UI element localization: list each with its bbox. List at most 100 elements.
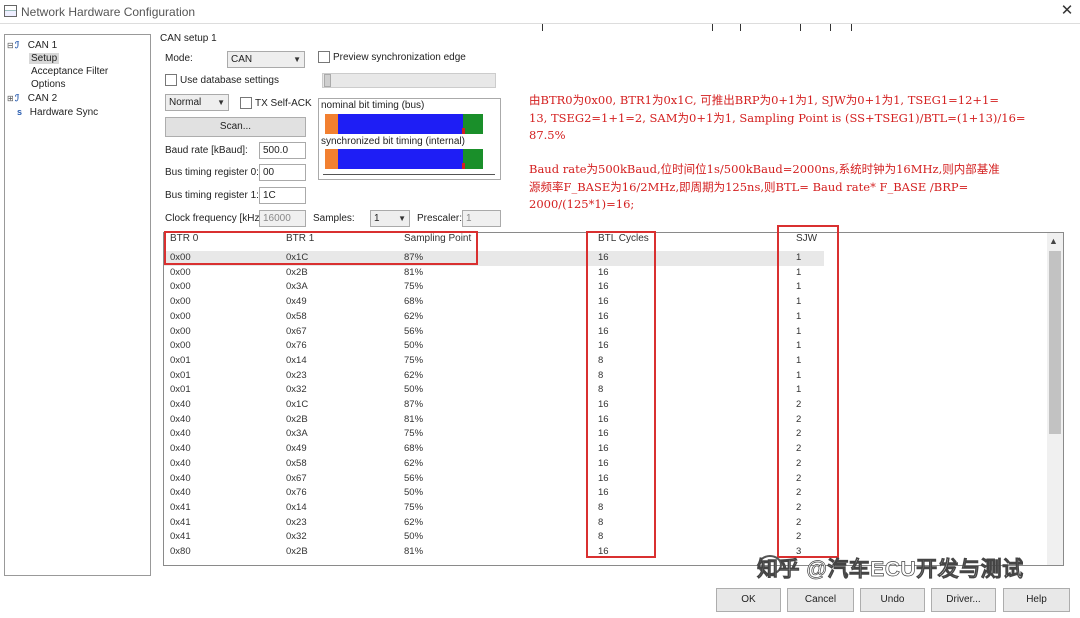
table-row[interactable]: 0x40 0x2B 81% 16 2	[164, 413, 824, 428]
ruler-tick	[830, 24, 831, 31]
tree-item-label: CAN 1	[27, 40, 58, 51]
table-row[interactable]: 0x00 0x76 50% 16 1	[164, 339, 824, 354]
use-database-checkbox[interactable]	[165, 74, 177, 86]
btr0-label: Bus timing register 0:	[165, 167, 259, 178]
annotation-line: 2000/(125*1)=16;	[529, 197, 635, 211]
table-row[interactable]: 0x01 0x14 75% 8 1	[164, 354, 824, 369]
table-row[interactable]: 0x00 0x3A 75% 16 1	[164, 280, 824, 295]
table-cell: 62%	[404, 310, 424, 322]
annotation-line: 87.5%	[529, 128, 566, 142]
clock-frequency-input: 16000	[259, 210, 306, 227]
tree-item-can1[interactable]: ⊟ℐ CAN 1	[7, 39, 57, 52]
table-cell: 0x23	[286, 369, 307, 381]
tree-item-options[interactable]: Options	[31, 78, 65, 91]
table-row[interactable]: 0x40 0x1C 87% 16 2	[164, 398, 824, 413]
table-cell: 0x2B	[286, 413, 308, 425]
table-cell: 0x3A	[286, 428, 308, 440]
table-cell: 0x01	[170, 354, 191, 366]
table-row[interactable]: 0x01 0x32 50% 8 1	[164, 383, 824, 398]
table-cell: 0x76	[286, 487, 307, 499]
expand-collapse-icon[interactable]: ⊞	[7, 92, 15, 105]
btr0-input[interactable]: 00	[259, 164, 306, 181]
table-row[interactable]: 0x00 0x67 56% 16 1	[164, 325, 824, 340]
bit-timing-diagram: nominal bit timing (bus) synchronized bi…	[318, 98, 501, 180]
expand-collapse-icon[interactable]: ⊟	[7, 39, 15, 52]
samples-select[interactable]: 1 ▼	[370, 210, 410, 227]
tree-item-label: Hardware Sync	[29, 107, 99, 118]
prescaler-label: Prescaler:	[417, 213, 463, 224]
table-cell: 50%	[404, 340, 424, 352]
use-database-label: Use database settings	[180, 75, 279, 86]
tree-item-hardware-sync[interactable]: s Hardware Sync	[17, 106, 98, 119]
btr1-input[interactable]: 1C	[259, 187, 306, 204]
tree-item-setup[interactable]: Setup	[29, 52, 60, 65]
scrollbar-thumb[interactable]	[1049, 251, 1061, 434]
table-cell: 0x00	[170, 296, 191, 308]
chevron-down-icon: ▼	[217, 98, 225, 107]
table-row[interactable]: 0x40 0x76 50% 16 2	[164, 486, 824, 501]
table-cell: 0x1C	[286, 399, 309, 410]
ok-button[interactable]: OK	[716, 588, 781, 612]
btr1-label: Bus timing register 1:	[165, 190, 259, 201]
chevron-down-icon: ▼	[398, 214, 406, 223]
baud-rate-input[interactable]: 500.0	[259, 142, 306, 159]
clock-frequency-label: Clock frequency [kHz]:	[165, 213, 266, 224]
table-row[interactable]: 0x01 0x23 62% 8 1	[164, 369, 824, 384]
table-cell: 56%	[404, 325, 424, 337]
output-mode-select[interactable]: Normal ▼	[165, 94, 229, 111]
table-row[interactable]: 0x40 0x49 68% 16 2	[164, 442, 824, 457]
table-row[interactable]: 0x41 0x23 62% 8 2	[164, 516, 824, 531]
table-cell: 0x01	[170, 384, 191, 396]
table-row[interactable]: 0x41 0x14 75% 8 2	[164, 501, 824, 516]
nominal-timing-label: nominal bit timing (bus)	[321, 100, 425, 111]
driver-button[interactable]: Driver...	[931, 588, 996, 612]
table-row[interactable]: 0x00 0x2B 81% 16 1	[164, 266, 824, 281]
table-cell: 0x32	[286, 531, 307, 543]
highlight-box-sjw-column	[777, 225, 839, 558]
table-cell: 0x58	[286, 310, 307, 322]
scroll-up-icon[interactable]: ▲	[1049, 236, 1058, 246]
preview-sync-checkbox[interactable]	[318, 51, 330, 63]
table-row[interactable]: 0x41 0x32 50% 8 2	[164, 530, 824, 545]
table-cell: 62%	[404, 516, 424, 528]
table-row[interactable]: 0x80 0x2B 81% 16 3	[164, 545, 824, 560]
help-button[interactable]: Help	[1003, 588, 1070, 612]
table-cell: 68%	[404, 296, 424, 308]
tree-item-can2[interactable]: ⊞ℐ CAN 2	[7, 92, 57, 105]
table-cell: 0x40	[170, 472, 191, 484]
mode-select[interactable]: CAN ▼	[227, 51, 305, 68]
table-cell: 56%	[404, 472, 424, 484]
table-cell: 0x00	[170, 310, 191, 322]
sync-sample-point-marker	[462, 163, 465, 169]
mode-label: Mode:	[165, 53, 193, 64]
tree-item-acceptance-filter[interactable]: Acceptance Filter	[31, 65, 108, 78]
tx-selfack-label: TX Self-ACK	[255, 98, 312, 109]
window-title: Network Hardware Configuration	[21, 5, 196, 19]
sync-sync-seg	[325, 149, 338, 169]
table-row[interactable]: 0x00 0x49 68% 16 1	[164, 295, 824, 310]
annotation-line: 源频率F_BASE为16/2MHz,即周期为125ns,则BTL= Baud r…	[529, 180, 969, 194]
config-tree[interactable]: ⊟ℐ CAN 1 Setup Acceptance Filter Options…	[4, 34, 151, 576]
tx-selfack-checkbox[interactable]	[240, 97, 252, 109]
table-row[interactable]: 0x40 0x67 56% 16 2	[164, 472, 824, 487]
scan-button[interactable]: Scan...	[165, 117, 306, 137]
table-cell: 0x14	[286, 354, 307, 366]
table-cell: 0x76	[286, 340, 307, 352]
table-row[interactable]: 0x40 0x3A 75% 16 2	[164, 427, 824, 442]
output-mode-value: Normal	[169, 97, 202, 108]
cancel-button[interactable]: Cancel	[787, 588, 854, 612]
table-cell: 62%	[404, 457, 424, 469]
nominal-tseg1	[338, 114, 463, 134]
table-cell: 62%	[404, 369, 424, 381]
close-icon[interactable]: ✕	[1058, 2, 1076, 20]
table-row[interactable]: 0x40 0x58 62% 16 2	[164, 457, 824, 472]
ruler-tick	[800, 24, 801, 31]
highlight-box-btl-column	[586, 231, 656, 558]
sync-edge-slider-track[interactable]	[322, 73, 496, 88]
ruler-tick	[851, 24, 852, 31]
nominal-sync-seg	[325, 114, 338, 134]
undo-button[interactable]: Undo	[860, 588, 925, 612]
sync-edge-slider-handle[interactable]	[324, 74, 331, 87]
table-row[interactable]: 0x00 0x58 62% 16 1	[164, 310, 824, 325]
preview-sync-label: Preview synchronization edge	[333, 52, 466, 63]
